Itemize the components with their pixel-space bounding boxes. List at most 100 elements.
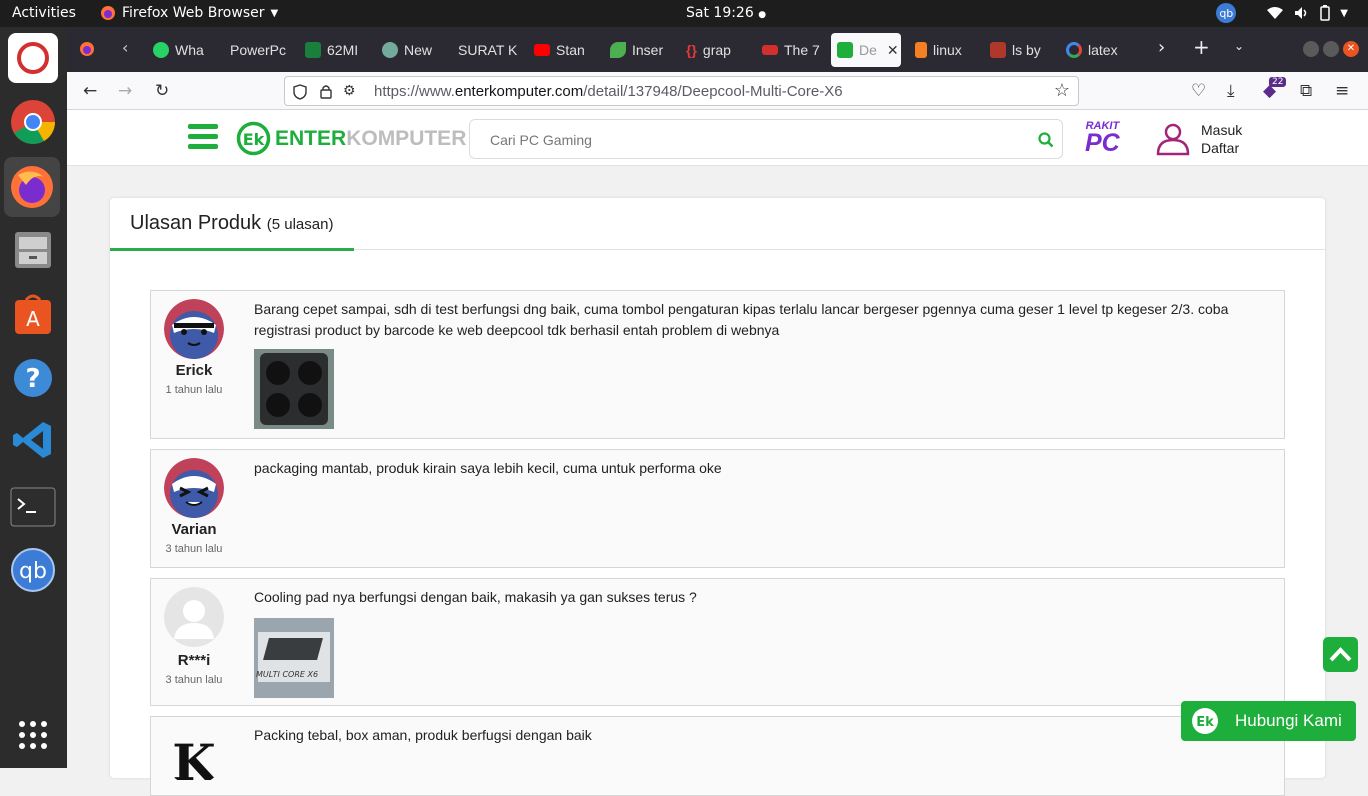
chatgpt-icon <box>382 42 398 58</box>
review-time: 1 tahun lalu <box>165 384 223 396</box>
new-tab-icon[interactable]: + <box>1193 35 1210 59</box>
avatar <box>164 458 224 518</box>
tab-scroll-right-icon[interactable]: › <box>1158 37 1165 58</box>
scroll-to-top-button[interactable] <box>1323 637 1358 672</box>
app-menu[interactable]: Firefox Web Browser ▼ <box>100 5 278 21</box>
tab-62mi[interactable]: 62MI <box>299 33 369 67</box>
url-text: https://www.enterkomputer.com/detail/137… <box>374 83 843 100</box>
svg-text:K: K <box>172 733 217 785</box>
pocket-icon[interactable]: ♡ <box>1191 81 1206 101</box>
tab-powerpoint[interactable]: PowerPc <box>224 33 294 67</box>
back-arrow-icon[interactable]: ← <box>83 81 97 101</box>
chevron-up-icon <box>1329 647 1352 662</box>
show-apps-icon[interactable] <box>8 710 58 760</box>
tab-chatgpt[interactable]: New <box>376 33 446 67</box>
svg-text:Ek: Ek <box>1196 715 1214 730</box>
minimize-window-icon[interactable] <box>1303 41 1319 57</box>
close-tab-icon[interactable]: ✕ <box>887 42 899 59</box>
review-photo[interactable] <box>254 349 334 429</box>
reload-icon[interactable]: ↻ <box>155 81 169 101</box>
reviewer-name: Erick <box>175 362 213 379</box>
tab-linux[interactable]: linux <box>909 33 979 67</box>
software-center-icon[interactable]: A <box>8 289 58 339</box>
firefox-view-icon[interactable] <box>79 41 95 57</box>
tab-scroll-left-icon[interactable]: ‹ <box>122 38 128 57</box>
register-link[interactable]: Daftar <box>1201 139 1242 157</box>
youtube-icon <box>534 44 550 56</box>
review-time: 3 tahun lalu <box>165 543 223 555</box>
help-icon[interactable]: ? <box>8 353 58 403</box>
volume-icon <box>1295 7 1307 19</box>
reviewer-name: R***i <box>177 652 211 669</box>
system-tray[interactable]: qb ▼ <box>1216 3 1348 23</box>
svg-text:qb: qb <box>19 559 47 584</box>
rakit-pc-button[interactable]: RAKIT PC <box>1085 120 1120 156</box>
review-item: K Packing tebal, box aman, produk berfug… <box>150 716 1285 796</box>
tab-whatsapp[interactable]: Wha <box>147 33 217 67</box>
menu-icon[interactable] <box>188 124 218 150</box>
dock-app-red-icon[interactable] <box>8 33 58 83</box>
active-tab-indicator <box>110 248 354 251</box>
whatsapp-icon <box>153 42 169 58</box>
tab-ls[interactable]: ls by <box>984 33 1054 67</box>
address-bar[interactable]: ⚙ https://www.enterkomputer.com/detail/1… <box>284 76 1079 106</box>
extensions-puzzle-icon[interactable]: ⧉ <box>1300 81 1312 101</box>
reviews-title[interactable]: Ulasan Produk (5 ulasan) <box>130 212 333 235</box>
search-input[interactable]: Cari PC Gaming <box>469 119 1063 159</box>
clock[interactable]: Sat 19:26 ● <box>686 5 766 21</box>
power-menu-icon[interactable]: ▼ <box>1340 8 1348 19</box>
permissions-icon[interactable]: ⚙ <box>343 82 356 99</box>
app-name: Firefox Web Browser <box>122 5 265 21</box>
maximize-window-icon[interactable] <box>1323 41 1339 57</box>
red-logo-icon <box>762 45 778 55</box>
extension-badge: 22 <box>1269 77 1287 87</box>
enterkomputer-chat-icon: Ek <box>1192 708 1218 734</box>
avatar <box>164 299 224 359</box>
google-icon <box>1066 42 1082 58</box>
login-link[interactable]: Masuk <box>1201 121 1242 139</box>
contact-us-button[interactable]: Ek Hubungi Kami <box>1181 701 1356 741</box>
qbittorrent-icon[interactable]: qb <box>8 545 58 595</box>
chevron-down-icon: ▼ <box>270 7 279 19</box>
firefox-dock-icon[interactable] <box>4 157 60 217</box>
site-logo[interactable]: Ek ENTERKOMPUTER <box>236 121 466 156</box>
battery-icon <box>1320 5 1331 21</box>
activities-button[interactable]: Activities <box>12 5 76 21</box>
tab-youtube[interactable]: Stan <box>528 33 598 67</box>
tab-graph[interactable]: {} grap <box>680 33 750 67</box>
review-item: Erick 1 tahun lalu Barang cepet sampai, … <box>150 290 1285 439</box>
review-text: Cooling pad nya berfungsi dengan baik, m… <box>254 589 697 605</box>
forward-arrow-icon[interactable]: → <box>118 81 132 101</box>
site-header: Ek ENTERKOMPUTER Cari PC Gaming RAKIT PC… <box>67 110 1368 166</box>
search-icon[interactable] <box>1038 132 1054 148</box>
enterkomputer-logo-icon: Ek <box>236 121 271 156</box>
tab-insert[interactable]: Inser <box>604 33 674 67</box>
tab-enterkomputer-active[interactable]: De ✕ <box>831 33 901 67</box>
hamburger-menu-icon[interactable]: ≡ <box>1335 81 1349 101</box>
user-icon[interactable] <box>1155 122 1191 156</box>
svg-text:Ek: Ek <box>243 130 265 149</box>
qbittorrent-tray-icon[interactable]: qb <box>1216 3 1237 23</box>
chrome-icon[interactable] <box>8 97 58 147</box>
system-top-bar: Activities Firefox Web Browser ▼ Sat 19:… <box>0 0 1368 27</box>
plus-icon <box>305 42 321 58</box>
review-text: packaging mantab, produk kirain saya leb… <box>254 460 722 476</box>
vscode-icon[interactable] <box>8 415 58 465</box>
tab-latex[interactable]: latex <box>1060 33 1125 67</box>
close-window-icon[interactable]: ✕ <box>1343 41 1359 57</box>
tab-surat[interactable]: SURAT K <box>452 33 522 67</box>
terminal-icon[interactable] <box>8 482 58 532</box>
shield-icon[interactable] <box>293 84 307 100</box>
svg-text:A: A <box>26 307 40 331</box>
review-photo[interactable]: MULTI CORE X6 <box>254 618 334 698</box>
list-all-tabs-icon[interactable]: ⌄ <box>1234 39 1244 53</box>
reviewer-name: Varian <box>171 521 217 538</box>
avatar: K <box>172 733 217 785</box>
downloads-icon[interactable]: ⤓ <box>1227 81 1235 101</box>
files-icon[interactable] <box>8 225 58 275</box>
svg-text:?: ? <box>25 364 40 394</box>
bookmark-star-icon[interactable]: ☆ <box>1054 80 1070 101</box>
tab-the-7[interactable]: The 7 <box>756 33 826 67</box>
lock-icon[interactable] <box>320 84 332 99</box>
dock: A ? qb <box>0 27 67 768</box>
